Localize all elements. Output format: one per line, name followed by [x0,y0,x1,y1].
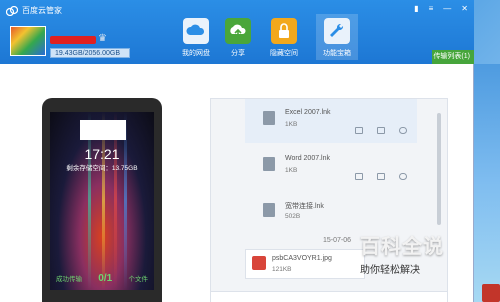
file-name: Word 2007.lnk [285,155,331,162]
avatar[interactable] [10,26,46,56]
file-icon [263,157,275,171]
list-item[interactable]: Word 2007.lnk 1KB [245,145,417,189]
folder-icon[interactable] [377,127,385,134]
phone-remaining-storage: 剩余存储空间：13.75GB [66,165,138,172]
watermark-title: 百科全说 [360,236,444,258]
desktop-background [474,64,500,302]
details-icon[interactable] [355,173,363,180]
file-size: 1KB [285,167,298,174]
vip-crown-icon[interactable]: ♛ [98,33,107,44]
files-label: 个文件 [128,276,149,283]
details-icon[interactable] [355,127,363,134]
nav-share[interactable]: 分享 [218,18,258,58]
nav-toolbox[interactable]: 功能宝箱 [316,14,358,60]
success-label: 成功传输 [56,276,82,283]
file-icon [263,111,275,125]
folder-icon[interactable] [377,173,385,180]
file-name: Excel 2007.lnk [285,109,331,116]
transfer-list-button[interactable]: 传输列表(1) [432,50,474,64]
phone-screen: 17:21 剩余存储空间：13.75GB 成功传输 0/1 个文件 [50,112,154,290]
wrench-icon [324,18,350,44]
notification-icon[interactable]: ▮ [414,4,418,13]
date-divider: 15-07-06 [323,237,352,244]
nav-label: 功能宝箱 [323,50,351,57]
file-icon [263,203,275,217]
list-item[interactable]: Excel 2007.lnk 1KB [245,99,417,143]
list-item[interactable]: psbCA3VOYR1.jpg 121KB [245,249,365,279]
file-size: 121KB [272,266,292,273]
redacted-box [80,120,126,140]
menu-icon[interactable]: ≡ [429,4,434,13]
file-size: 1KB [285,121,298,128]
image-file-icon [252,256,266,270]
minimize-icon[interactable]: — [443,4,451,13]
window-controls: ▮ ≡ — ✕ [414,4,468,13]
app-title: 百度云管家 [22,6,62,15]
upload-cloud-icon[interactable] [399,173,407,180]
cloud-icon [183,18,209,44]
baidu-cloud-logo-icon [6,6,18,16]
upload-cloud-icon[interactable] [399,127,407,134]
bottom-input-box[interactable] [211,291,447,302]
storage-quota-bar: 19.43GB/2056.00GB [50,48,130,58]
desktop-icon [482,284,500,302]
transfer-summary: 成功传输 0/1 个文件 [50,273,154,284]
header-bar: 百度云管家 ♛ 19.43GB/2056.00GB 我的网盘 分享 隐藏空间 功… [0,0,474,64]
file-size: 502B [285,213,301,220]
nav-label: 分享 [231,50,245,57]
phone-clock: 17:21 [84,146,120,162]
username-redacted [50,36,96,44]
watermark-subtitle: 助你轻松解决 [360,265,420,276]
nav-label: 我的网盘 [182,50,210,57]
nav-label: 隐藏空间 [270,50,298,57]
app-window: 百度云管家 ♛ 19.43GB/2056.00GB 我的网盘 分享 隐藏空间 功… [0,0,474,302]
watermark: 百科全说 助你轻松解决 [360,230,470,280]
nav-hidden-space[interactable]: 隐藏空间 [264,18,304,58]
scrollbar[interactable] [437,113,441,225]
lock-icon [271,18,297,44]
file-name: psbCA3VOYR1.jpg [272,255,332,262]
share-icon [225,18,251,44]
transfer-ratio: 0/1 [98,273,113,284]
close-icon[interactable]: ✕ [461,4,468,13]
phone-mockup: 17:21 剩余存储空间：13.75GB 成功传输 0/1 个文件 [42,98,162,302]
file-name: 宽带连接.lnk [285,203,324,210]
list-item[interactable]: 宽带连接.lnk 502B [245,191,417,235]
nav-my-cloud-disk[interactable]: 我的网盘 [176,18,216,58]
